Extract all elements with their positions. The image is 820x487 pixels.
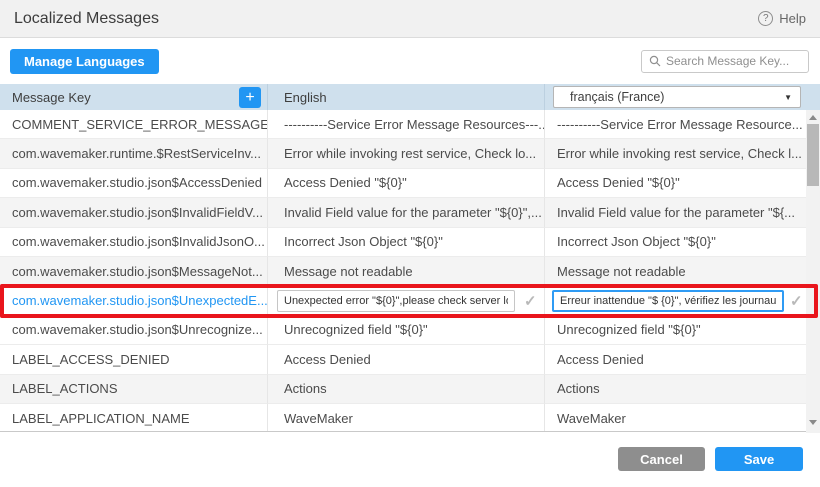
table-row[interactable]: COMMENT_SERVICE_ERROR_MESSAGES ---------… [0,110,806,139]
confirm-check-icon[interactable]: ✓ [790,292,803,310]
cell-message-key: LABEL_ACCESS_DENIED [0,345,268,374]
confirm-check-icon[interactable]: ✓ [524,292,537,310]
cell-english: Incorrect Json Object "${0}" [268,228,545,257]
language-select-value: français (France) [570,90,664,104]
cell-message-key: com.wavemaker.studio.json$InvalidJsonO..… [0,228,268,257]
cell-french: WaveMaker [545,404,806,432]
localized-messages-dialog: Localized Messages ? Help Manage Languag… [0,0,820,487]
language-select[interactable]: français (France) ▼ [553,86,801,108]
save-button[interactable]: Save [715,447,803,471]
cell-message-key: com.wavemaker.studio.json$InvalidFieldV.… [0,198,268,227]
manage-languages-button[interactable]: Manage Languages [10,49,159,74]
french-value-input[interactable] [552,290,784,312]
cell-message-key: com.wavemaker.studio.json$Unrecognize... [0,316,268,345]
cell-french: ----------Service Error Message Resource… [545,110,806,139]
table-row[interactable]: com.wavemaker.studio.json$InvalidJsonO..… [0,228,806,257]
scroll-down-arrow-icon[interactable] [809,420,817,425]
cell-message-key: com.wavemaker.studio.json$MessageNot... [0,257,268,286]
cell-english: Message not readable [268,257,545,286]
table-row[interactable]: com.wavemaker.studio.json$InvalidFieldV.… [0,198,806,227]
title-bar: Localized Messages ? Help [0,0,820,38]
cell-french: Message not readable [545,257,806,286]
cell-english: Actions [268,375,545,404]
cell-message-key: COMMENT_SERVICE_ERROR_MESSAGES [0,110,268,139]
table-row[interactable]: com.wavemaker.runtime.$RestServiceInv...… [0,139,806,168]
cell-french: Incorrect Json Object "${0}" [545,228,806,257]
cell-english: Invalid Field value for the parameter "$… [268,198,545,227]
cell-french: Error while invoking rest service, Check… [545,139,806,168]
cell-english: Error while invoking rest service, Check… [268,139,545,168]
cell-message-key: com.wavemaker.runtime.$RestServiceInv... [0,139,268,168]
scroll-up-arrow-icon[interactable] [809,115,817,120]
table-row-editing[interactable]: com.wavemaker.studio.json$UnexpectedE...… [0,286,806,315]
cell-french: Access Denied "${0}" [545,169,806,198]
cell-french: Invalid Field value for the parameter "$… [545,198,806,227]
table-row[interactable]: com.wavemaker.studio.json$Unrecognize...… [0,316,806,345]
cell-french-editing: ✓ [545,286,806,315]
cancel-button[interactable]: Cancel [618,447,705,471]
help-label: Help [779,11,806,26]
cell-english-editing: ✓ [268,286,545,315]
search-input[interactable] [666,54,801,68]
cell-message-key: LABEL_ACTIONS [0,375,268,404]
chevron-down-icon: ▼ [784,93,792,102]
add-message-key-button[interactable]: + [239,87,261,108]
table-header: Message Key + English français (France) … [0,84,820,110]
table-row[interactable]: LABEL_APPLICATION_NAME WaveMaker WaveMak… [0,404,806,432]
toolbar: Manage Languages [0,38,820,84]
search-icon [649,55,661,67]
cell-english: ----------Service Error Message Resource… [268,110,545,139]
cell-english: Access Denied [268,345,545,374]
table-row[interactable]: LABEL_ACCESS_DENIED Access Denied Access… [0,345,806,374]
table-row[interactable]: com.wavemaker.studio.json$MessageNot... … [0,257,806,286]
english-value-input[interactable] [277,290,515,312]
column-header-message-key: Message Key + [0,84,268,110]
column-header-language: français (France) ▼ [545,84,806,110]
page-title: Localized Messages [14,10,159,28]
table-body: COMMENT_SERVICE_ERROR_MESSAGES ---------… [0,110,806,432]
footer-actions: Cancel Save [618,447,803,471]
vertical-scrollbar[interactable] [806,110,820,433]
cell-french: Unrecognized field "${0}" [545,316,806,345]
cell-english: WaveMaker [268,404,545,432]
messages-table: Message Key + English français (France) … [0,84,820,432]
help-link[interactable]: ? Help [758,11,806,26]
table-row[interactable]: LABEL_ACTIONS Actions Actions [0,375,806,404]
help-icon: ? [758,11,773,26]
cell-message-key: com.wavemaker.studio.json$AccessDenied [0,169,268,198]
cell-message-key: LABEL_APPLICATION_NAME [0,404,268,432]
column-header-english: English [268,84,545,110]
search-box[interactable] [641,50,809,73]
cell-french: Access Denied [545,345,806,374]
cell-french: Actions [545,375,806,404]
cell-english: Unrecognized field "${0}" [268,316,545,345]
table-row[interactable]: com.wavemaker.studio.json$AccessDenied A… [0,169,806,198]
scrollbar-thumb[interactable] [807,124,819,186]
cell-english: Access Denied "${0}" [268,169,545,198]
selected-message-key[interactable]: com.wavemaker.studio.json$UnexpectedE... [0,286,268,315]
